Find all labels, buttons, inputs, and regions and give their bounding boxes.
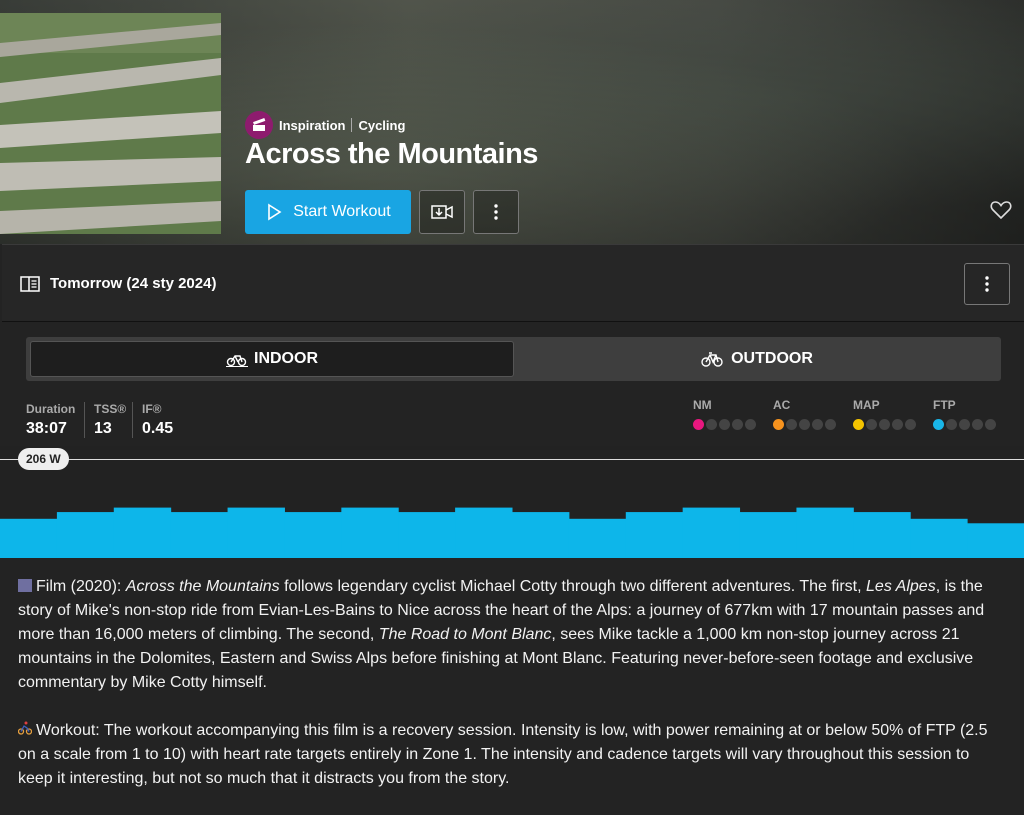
- workout-title: Across the Mountains: [245, 138, 538, 170]
- rating-map: MAP: [853, 398, 916, 430]
- sport-label: Cycling: [358, 117, 406, 133]
- calendar-panel-icon: [20, 275, 40, 292]
- rating-label: AC: [773, 398, 791, 412]
- outdoor-tab[interactable]: OUTDOOR: [516, 341, 998, 377]
- if-value: 0.45: [142, 420, 174, 437]
- tss-label: TSS®: [94, 402, 127, 416]
- rating-dot: [853, 419, 864, 430]
- profile-bars: [0, 507, 1024, 558]
- rating-dot: [866, 419, 877, 430]
- rating-dot: [959, 419, 970, 430]
- rating-dot: [892, 419, 903, 430]
- profile-segment: [341, 507, 399, 558]
- rating-dots: [853, 419, 916, 430]
- profile-segment: [227, 507, 285, 558]
- schedule-item[interactable]: Tomorrow (24 sty 2024): [20, 275, 216, 292]
- profile-segment: [568, 518, 627, 558]
- rating-dots: [933, 419, 996, 430]
- more-vertical-icon: [494, 204, 498, 220]
- rating-dot: [706, 419, 717, 430]
- profile-segment: [512, 512, 570, 558]
- profile-segment: [625, 512, 684, 558]
- rating-label: NM: [693, 398, 712, 412]
- duration-stat: Duration 38:07: [26, 402, 75, 438]
- profile-segment: [113, 507, 172, 558]
- category-line: Inspiration Cycling: [245, 111, 405, 139]
- rating-label: MAP: [853, 398, 880, 412]
- rating-nm: NM: [693, 398, 756, 430]
- rating-dots: [773, 419, 836, 430]
- rating-dot: [946, 419, 957, 430]
- rating-label: FTP: [933, 398, 956, 412]
- description-film: Film (2020): Across the Mountains follow…: [18, 578, 985, 691]
- if-label: IF®: [142, 402, 162, 416]
- profile-segment: [284, 512, 342, 558]
- cyclist-icon: [17, 719, 33, 743]
- profile-segment: [682, 507, 741, 558]
- tss-value: 13: [94, 420, 112, 437]
- video-download-icon: [431, 205, 453, 219]
- schedule-bar: Tomorrow (24 sty 2024): [2, 244, 1024, 322]
- rating-dot: [812, 419, 823, 430]
- start-workout-label: Start Workout: [293, 203, 391, 220]
- more-vertical-icon: [985, 276, 989, 292]
- profile-segment: [910, 518, 968, 558]
- indoor-bike-icon: [226, 355, 248, 367]
- workout-description: Film (2020): Across the Mountains follow…: [17, 575, 1008, 815]
- stat-divider: [84, 402, 85, 438]
- profile-segment: [0, 518, 58, 558]
- rating-dot: [719, 419, 730, 430]
- workout-profile-chart: 206 W: [0, 446, 1024, 558]
- description-workout: Workout: The workout accompanying this f…: [17, 719, 1008, 791]
- rating-dot: [905, 419, 916, 430]
- indoor-label: INDOOR: [254, 350, 318, 367]
- outdoor-label: OUTDOOR: [731, 350, 813, 367]
- ftp-line: [0, 459, 1024, 460]
- clapperboard-icon: [18, 579, 32, 592]
- profile-segment: [56, 512, 115, 558]
- favorite-heart-icon[interactable]: [990, 200, 1012, 225]
- profile-segment: [967, 523, 1024, 558]
- profile-segment: [739, 512, 797, 558]
- profile-segment: [398, 512, 456, 558]
- rating-dot: [933, 419, 944, 430]
- rating-ac: AC: [773, 398, 836, 430]
- profile-segment: [853, 512, 911, 558]
- download-video-button[interactable]: [419, 190, 465, 234]
- if-stat: IF® 0.45: [142, 402, 173, 438]
- tss-stat: TSS® 13: [94, 402, 126, 438]
- inspiration-logo-icon: [245, 111, 273, 139]
- profile-segment: [455, 507, 513, 558]
- category-label: Inspiration: [279, 117, 346, 133]
- rating-dot: [879, 419, 890, 430]
- rating-dot: [745, 419, 756, 430]
- rating-dot: [773, 419, 784, 430]
- rating-dots: [693, 419, 756, 430]
- profile-segment: [170, 512, 229, 558]
- rating-dot: [786, 419, 797, 430]
- more-options-button[interactable]: [473, 190, 519, 234]
- stat-divider: [132, 402, 133, 438]
- rating-dot: [972, 419, 983, 430]
- mode-toggle: INDOOR OUTDOOR: [26, 337, 1001, 381]
- rating-dot: [799, 419, 810, 430]
- profile-segment: [796, 507, 854, 558]
- schedule-label: Tomorrow (24 sty 2024): [50, 275, 217, 292]
- duration-value: 38:07: [26, 420, 67, 437]
- start-workout-button[interactable]: Start Workout: [245, 190, 411, 234]
- rating-dot: [693, 419, 704, 430]
- play-icon: [268, 203, 282, 221]
- category-divider: [351, 118, 353, 132]
- rating-dot: [825, 419, 836, 430]
- rating-dot: [985, 419, 996, 430]
- schedule-more-button[interactable]: [964, 263, 1010, 305]
- ftp-badge: 206 W: [18, 448, 69, 470]
- rating-ftp: FTP: [933, 398, 996, 430]
- rating-dot: [732, 419, 743, 430]
- duration-label: Duration: [26, 402, 76, 416]
- outdoor-bike-icon: [701, 352, 723, 367]
- workout-thumbnail: [0, 13, 221, 234]
- indoor-tab[interactable]: INDOOR: [30, 341, 514, 377]
